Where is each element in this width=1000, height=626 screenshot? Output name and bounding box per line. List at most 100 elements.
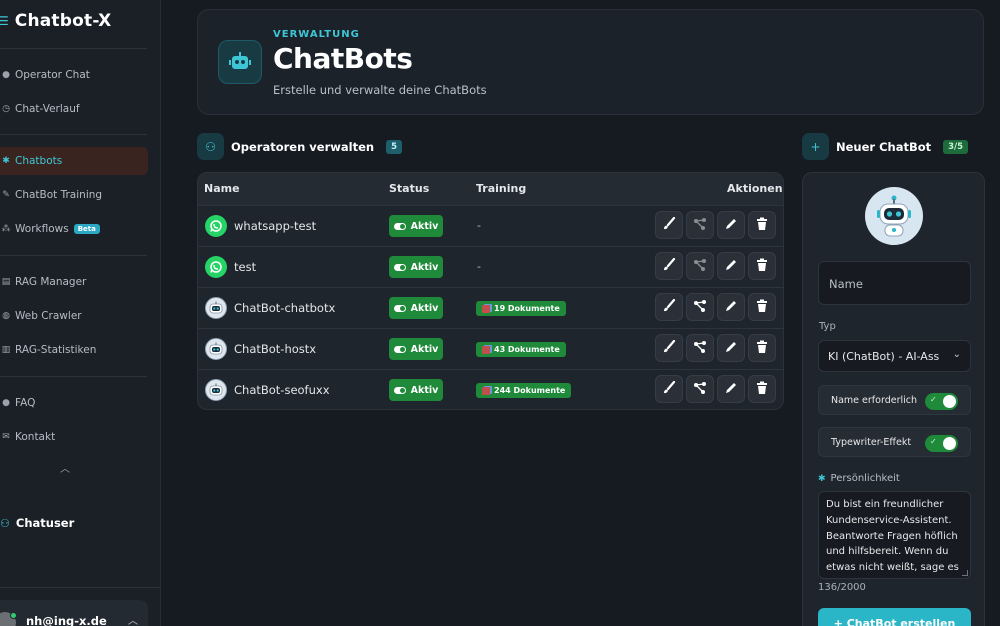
avatar bbox=[0, 612, 17, 626]
status-toggle[interactable]: Aktiv bbox=[389, 215, 443, 237]
sidebar-item-label: RAG Manager bbox=[15, 276, 87, 288]
bot-name[interactable]: whatsapp-test bbox=[234, 219, 316, 233]
status-label: Aktiv bbox=[410, 343, 439, 355]
create-chatbot-button[interactable]: + ChatBot erstellen bbox=[818, 608, 971, 626]
toggle-icon bbox=[393, 222, 406, 230]
delete-button[interactable] bbox=[748, 293, 776, 321]
brush-icon bbox=[662, 339, 676, 358]
operators-title: Operatoren verwalten bbox=[231, 139, 375, 154]
status-label: Aktiv bbox=[410, 302, 439, 314]
edit-button[interactable] bbox=[717, 375, 745, 403]
envelope-icon: ✉ bbox=[2, 432, 10, 442]
sidebar-item-label: RAG-Statistiken bbox=[15, 344, 97, 356]
table-row[interactable]: test Aktiv - bbox=[198, 246, 783, 287]
row-actions bbox=[655, 252, 776, 280]
workflow-button[interactable] bbox=[686, 375, 714, 403]
edit-button[interactable] bbox=[717, 334, 745, 362]
workflow-icon: ⁂ bbox=[1, 224, 11, 234]
train-button[interactable] bbox=[655, 375, 683, 403]
name-required-toggle[interactable]: ✓ bbox=[925, 393, 958, 410]
train-button[interactable] bbox=[655, 211, 683, 239]
name-field[interactable]: Name bbox=[818, 261, 971, 305]
edit-button[interactable] bbox=[717, 293, 745, 321]
sidebar-item-chatbot-training[interactable]: ✎ ChatBot Training bbox=[0, 181, 148, 209]
status-toggle[interactable]: Aktiv bbox=[389, 297, 443, 319]
chevron-down-icon: ⌄ bbox=[952, 349, 961, 360]
resize-handle[interactable] bbox=[962, 570, 968, 576]
sidebar-item-chatbots[interactable]: ✱ Chatbots bbox=[0, 147, 148, 175]
history-icon: ◷ bbox=[2, 104, 10, 114]
type-select[interactable]: KI (ChatBot) - AI-Ass ⌄ bbox=[818, 340, 971, 372]
robot-avatar-icon bbox=[205, 338, 227, 360]
chevron-up-icon[interactable]: ︿ bbox=[128, 612, 138, 626]
delete-button[interactable] bbox=[748, 334, 776, 362]
training-value: - bbox=[477, 260, 481, 273]
name-field-label: Name bbox=[829, 277, 863, 291]
bot-name[interactable]: ChatBot-chatbotx bbox=[234, 301, 335, 315]
bot-name[interactable]: ChatBot-seofuxx bbox=[234, 383, 330, 397]
table-row[interactable]: ChatBot-seofuxx Aktiv 244 Dokumente bbox=[198, 369, 783, 409]
sidebar-divider bbox=[0, 587, 161, 588]
delete-button[interactable] bbox=[748, 375, 776, 403]
typewriter-toggle[interactable]: ✓ bbox=[925, 435, 958, 452]
sidebar-item-workflows[interactable]: ⁂ Workflows Beta bbox=[0, 215, 148, 243]
workflow-button[interactable] bbox=[686, 252, 714, 280]
row-actions bbox=[655, 334, 776, 362]
database-icon: ▤ bbox=[1, 277, 11, 287]
edit-button[interactable] bbox=[717, 252, 745, 280]
bot-name[interactable]: ChatBot-hostx bbox=[234, 342, 316, 356]
sidebar-item-web-crawler[interactable]: ◍ Web Crawler bbox=[0, 302, 148, 330]
table-row[interactable]: ChatBot-chatbotx Aktiv 19 Dokumente bbox=[198, 287, 783, 328]
documents-icon bbox=[482, 386, 490, 395]
chevron-up-icon[interactable]: ︿ bbox=[60, 460, 70, 475]
delete-button[interactable] bbox=[748, 211, 776, 239]
new-bot-title: Neuer ChatBot bbox=[836, 139, 932, 154]
chatuser-section[interactable]: ⚇ Chatuser bbox=[0, 516, 74, 530]
bot-name[interactable]: test bbox=[234, 260, 256, 274]
sidebar-item-label: ChatBot Training bbox=[15, 189, 103, 201]
personality-label-text: Persönlichkeit bbox=[830, 473, 900, 484]
table-row[interactable]: whatsapp-test Aktiv - bbox=[198, 205, 783, 246]
training-value: - bbox=[477, 219, 481, 232]
status-toggle[interactable]: Aktiv bbox=[389, 379, 443, 401]
sidebar-item-faq[interactable]: ● FAQ bbox=[0, 389, 148, 417]
column-header-name[interactable]: Name bbox=[204, 182, 240, 195]
brush-icon bbox=[662, 298, 676, 317]
column-header-status[interactable]: Status bbox=[389, 182, 429, 195]
status-toggle[interactable]: Aktiv bbox=[389, 256, 443, 278]
delete-button[interactable] bbox=[748, 252, 776, 280]
workflow-button[interactable] bbox=[686, 293, 714, 321]
training-value: 244 Dokumente bbox=[494, 386, 566, 395]
status-toggle[interactable]: Aktiv bbox=[389, 338, 443, 360]
toggle-icon bbox=[393, 386, 406, 394]
train-button[interactable] bbox=[655, 252, 683, 280]
sidebar-item-label: Workflows bbox=[15, 223, 69, 235]
workflow-button[interactable] bbox=[686, 334, 714, 362]
sidebar-item-kontakt[interactable]: ✉ Kontakt bbox=[0, 423, 148, 451]
workflow-button[interactable] bbox=[686, 211, 714, 239]
menu-icon[interactable]: ☰ bbox=[0, 14, 9, 28]
edit-button[interactable] bbox=[717, 211, 745, 239]
sidebar-item-rag-statistiken[interactable]: ▥ RAG-Statistiken bbox=[0, 336, 148, 364]
row-actions bbox=[655, 375, 776, 403]
users-icon: ⚇ bbox=[0, 516, 10, 530]
train-button[interactable] bbox=[655, 334, 683, 362]
train-button[interactable] bbox=[655, 293, 683, 321]
sidebar-item-operator-chat[interactable]: ● Operator Chat bbox=[0, 61, 148, 89]
sidebar-item-chat-verlauf[interactable]: ◷ Chat-Verlauf bbox=[0, 95, 148, 123]
user-card[interactable]: nh@ing-x.de ︿ bbox=[0, 600, 148, 626]
robot-icon bbox=[218, 40, 262, 84]
table-row[interactable]: ChatBot-hostx Aktiv 43 Dokumente bbox=[198, 328, 783, 369]
toggle-icon bbox=[393, 304, 406, 312]
beta-badge: Beta bbox=[73, 224, 100, 234]
brand[interactable]: ☰ Chatbot-X bbox=[0, 8, 112, 34]
column-header-training[interactable]: Training bbox=[476, 182, 526, 195]
sidebar-item-label: Chatbots bbox=[15, 155, 63, 167]
bot-avatar[interactable] bbox=[865, 187, 923, 245]
toggle-row-name-required: Name erforderlich ✓ bbox=[818, 385, 971, 415]
personality-textarea[interactable]: Du bist ein freundlicher Kundenservice-A… bbox=[818, 491, 971, 579]
sidebar-item-rag-manager[interactable]: ▤ RAG Manager bbox=[0, 268, 148, 296]
share-nodes-icon bbox=[693, 257, 707, 276]
training-value: 19 Dokumente bbox=[494, 304, 560, 313]
trash-icon bbox=[756, 216, 768, 235]
